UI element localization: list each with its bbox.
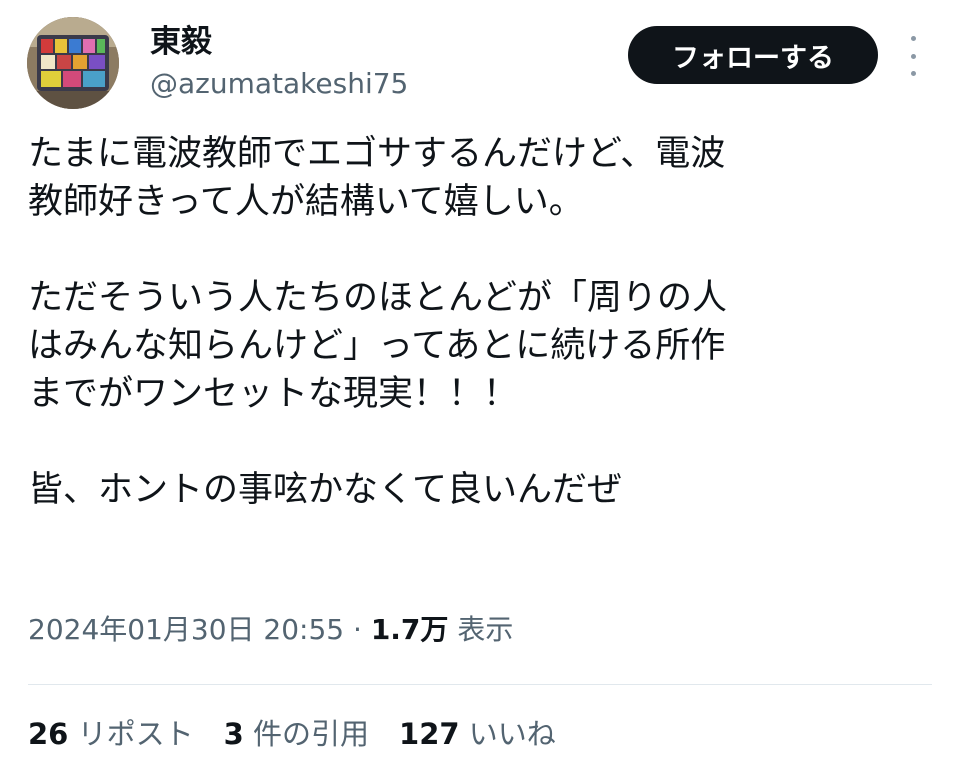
views-count: 1.7万: [370, 613, 449, 646]
quotes-count: 3: [223, 717, 244, 751]
engagement-stats: 26 リポスト 3 件の引用 127 いいね: [28, 714, 556, 754]
likes-stat[interactable]: 127 いいね: [399, 714, 556, 754]
quotes-stat[interactable]: 3 件の引用: [224, 714, 369, 754]
quotes-label: 件の引用: [253, 717, 370, 751]
more-dot: [910, 53, 916, 59]
reposts-label: リポスト: [77, 717, 194, 751]
user-handle[interactable]: @azumatakeshi75: [150, 67, 408, 101]
tweet-meta: 2024年01月30日 20:55 · 1.7万 表示: [28, 610, 513, 650]
likes-label: いいね: [468, 717, 556, 751]
views-label: 表示: [448, 613, 514, 646]
more-dot: [910, 36, 916, 41]
avatar-image: [27, 17, 119, 109]
reposts-count: 26: [28, 717, 69, 751]
divider: [28, 684, 932, 685]
display-name[interactable]: 東毅: [150, 24, 212, 60]
meta-separator: ·: [344, 613, 371, 646]
tweet-text: たまに電波教師でエゴサするんだけど、電波 教師好きって人が結構いて嬉しい。 ただ…: [28, 134, 727, 510]
reposts-stat[interactable]: 26 リポスト: [28, 714, 194, 754]
avatar[interactable]: [27, 17, 119, 109]
more-vertical-icon[interactable]: [898, 36, 928, 76]
timestamp[interactable]: 2024年01月30日 20:55: [28, 613, 344, 646]
follow-button[interactable]: フォローする: [628, 26, 878, 84]
more-dot: [910, 71, 916, 76]
likes-count: 127: [399, 717, 460, 751]
